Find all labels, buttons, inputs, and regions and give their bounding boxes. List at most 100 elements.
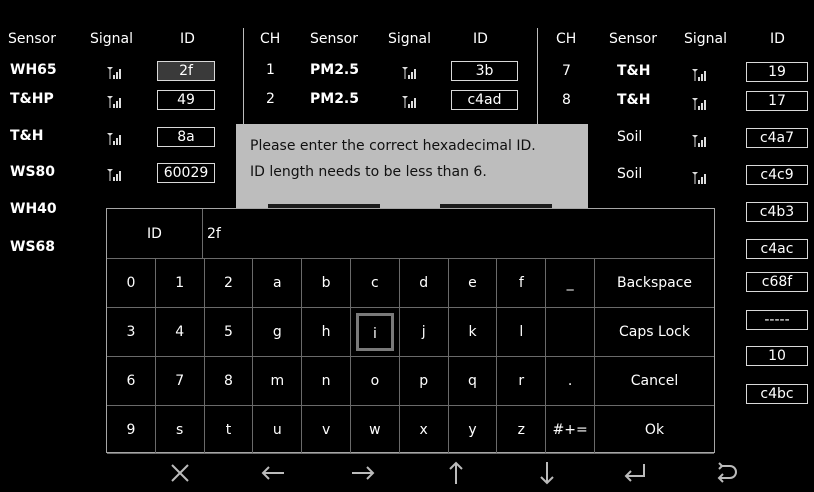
key-r[interactable]: r — [497, 357, 547, 406]
key-q[interactable]: q — [448, 357, 498, 406]
key-g[interactable]: g — [253, 308, 303, 357]
key-n[interactable]: n — [302, 357, 351, 406]
sensor-name: T&H — [10, 128, 44, 144]
key-label: y — [468, 421, 477, 438]
key-3[interactable]: 3 — [107, 308, 156, 357]
sensor-name: T&HP — [10, 91, 54, 107]
signal-strength-icon — [107, 93, 123, 108]
key-blank[interactable] — [546, 308, 595, 357]
key-label: 6 — [126, 373, 136, 389]
sensor-id-field[interactable]: 49 — [157, 90, 215, 110]
header-sensor-3: Sensor — [609, 31, 657, 47]
key-6[interactable]: 6 — [107, 357, 156, 406]
arrow-right-icon[interactable] — [346, 458, 380, 488]
key-0[interactable]: 0 — [107, 259, 156, 308]
key-y[interactable]: y — [448, 406, 498, 454]
arrow-up-icon[interactable] — [439, 458, 473, 488]
key-label: s — [176, 421, 184, 438]
backspace-button[interactable]: Backspace — [595, 259, 714, 308]
arrow-down-icon[interactable] — [530, 458, 564, 488]
key-9[interactable]: 9 — [107, 406, 156, 454]
key-z[interactable]: z — [497, 406, 547, 454]
sensor-id-field[interactable]: 8a — [157, 127, 215, 147]
key-label: p — [419, 373, 429, 389]
key-underscore[interactable]: _ — [546, 259, 595, 308]
key-h[interactable]: h — [302, 308, 351, 357]
sensor-id-field[interactable]: 3b — [451, 61, 518, 81]
key-label: v — [321, 421, 331, 438]
key-label: . — [567, 373, 573, 389]
ok-button[interactable]: Ok — [595, 406, 714, 454]
header-ch-2: CH — [260, 31, 281, 47]
key-symbols[interactable]: #+= — [546, 406, 595, 454]
header-sensor-2: Sensor — [310, 31, 358, 47]
key-l[interactable]: l — [497, 308, 547, 357]
key-d[interactable]: d — [399, 259, 449, 308]
sensor-id-field[interactable]: 10 — [746, 346, 808, 366]
sensor-id-field[interactable]: c68f — [746, 272, 808, 292]
key-w[interactable]: w — [351, 406, 400, 454]
key-e[interactable]: e — [448, 259, 498, 308]
key-4[interactable]: 4 — [155, 308, 205, 357]
key-c[interactable]: c — [351, 259, 400, 308]
sensor-id-field[interactable]: c4ad — [451, 90, 518, 110]
key-8[interactable]: 8 — [204, 357, 254, 406]
key-label: n — [321, 373, 331, 389]
cancel-button[interactable]: Cancel — [595, 357, 714, 406]
keyboard-id-label: ID — [107, 209, 203, 259]
sensor-name: WH65 — [10, 62, 57, 78]
sensor-id-field[interactable]: ----- — [746, 310, 808, 330]
sensor-id-field[interactable]: 17 — [746, 91, 808, 111]
channel-number: 7 — [562, 63, 571, 79]
key-5[interactable]: 5 — [204, 308, 254, 357]
sensor-name: WH40 — [10, 201, 57, 217]
sensor-id-field[interactable]: c4ac — [746, 239, 808, 259]
key-t[interactable]: t — [204, 406, 254, 454]
key-label: 0 — [126, 275, 136, 291]
signal-strength-icon — [692, 132, 708, 147]
key-f[interactable]: f — [497, 259, 547, 308]
sensor-id-field[interactable]: 60029 — [157, 163, 215, 183]
sensor-id-field[interactable]: c4bc — [746, 384, 808, 404]
key-v[interactable]: v — [302, 406, 351, 454]
key-i[interactable]: i — [351, 308, 400, 357]
key-x[interactable]: x — [399, 406, 449, 454]
header-signal-2: Signal — [388, 31, 432, 47]
key-label: a — [272, 275, 282, 291]
key-s[interactable]: s — [155, 406, 205, 454]
sensor-id-field[interactable]: 19 — [746, 62, 808, 82]
key-j[interactable]: j — [399, 308, 449, 357]
signal-strength-icon — [402, 93, 418, 108]
key-label: w — [369, 421, 381, 438]
keyboard-input-field[interactable]: 2f — [203, 209, 714, 259]
return-icon[interactable] — [709, 458, 743, 488]
channel-number: 2 — [266, 91, 275, 107]
key-k[interactable]: k — [448, 308, 498, 357]
caps-lock-button[interactable]: Caps Lock — [595, 308, 714, 357]
key-a[interactable]: a — [253, 259, 303, 308]
signal-strength-icon — [402, 64, 418, 79]
sensor-name: WS68 — [10, 239, 56, 255]
key-period[interactable]: . — [546, 357, 595, 406]
key-o[interactable]: o — [351, 357, 400, 406]
key-label: 8 — [224, 373, 233, 389]
sensor-id-field[interactable]: c4b3 — [746, 202, 808, 222]
arrow-left-icon[interactable] — [256, 458, 290, 488]
key-u[interactable]: u — [253, 406, 303, 454]
header-signal-3: Signal — [684, 31, 728, 47]
key-p[interactable]: p — [399, 357, 449, 406]
key-m[interactable]: m — [253, 357, 303, 406]
key-label: f — [518, 275, 524, 291]
enter-icon[interactable] — [618, 458, 652, 488]
key-1[interactable]: 1 — [155, 259, 205, 308]
close-icon[interactable] — [163, 458, 197, 488]
signal-strength-icon — [107, 64, 123, 79]
key-b[interactable]: b — [302, 259, 351, 308]
sensor-id-field[interactable]: c4c9 — [746, 165, 808, 185]
key-label: m — [270, 373, 285, 389]
key-label: d — [419, 275, 429, 291]
key-7[interactable]: 7 — [155, 357, 205, 406]
sensor-id-field[interactable]: c4a7 — [746, 128, 808, 148]
key-2[interactable]: 2 — [204, 259, 254, 308]
sensor-id-field[interactable]: 2f — [157, 61, 215, 81]
